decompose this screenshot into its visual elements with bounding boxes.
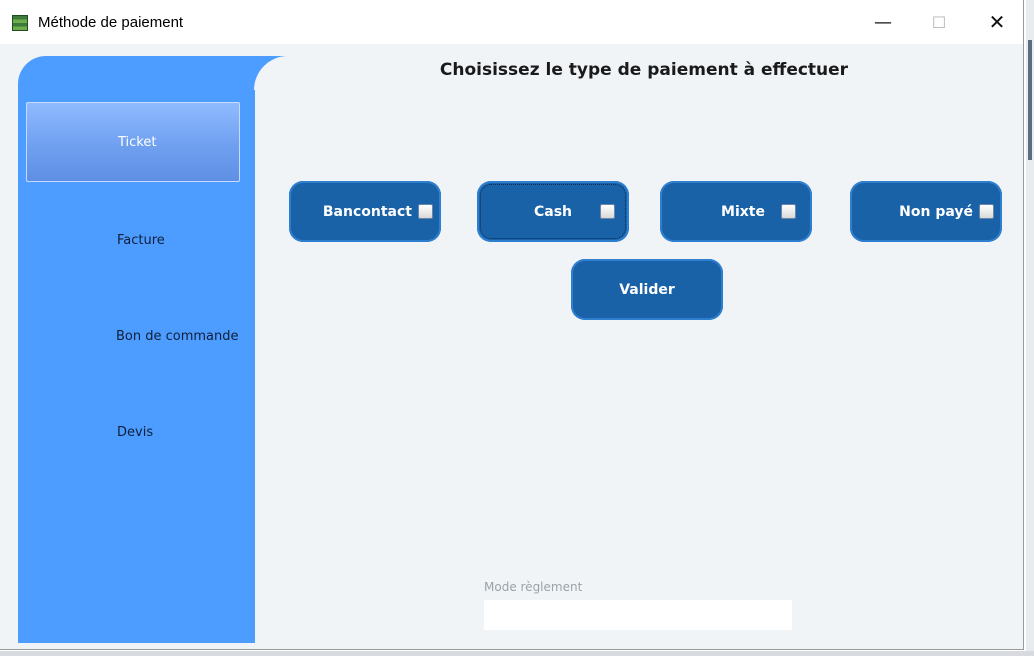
mode-reglement-input[interactable] [484,600,792,630]
window-title: Méthode de paiement [38,14,184,31]
payment-option-cash[interactable]: Cash [477,181,629,242]
sidebar-item-ticket[interactable]: Ticket [26,102,240,182]
maximize-button[interactable]: ☐ [916,4,962,40]
app-icon [12,15,28,31]
payment-option-mixte[interactable]: Mixte [660,181,812,242]
mixte-checkbox[interactable] [781,204,796,219]
sidebar-item-devis[interactable]: Devis [26,392,240,472]
sidebar-item-label: Devis [117,424,154,440]
sidebar-item-label: Bon de commande [116,328,239,344]
payment-option-label: Mixte [721,203,765,220]
background-taskbar-fragment [0,651,1034,656]
close-button[interactable]: ✕ [974,4,1020,40]
payment-option-label: Cash [533,203,572,220]
non-paye-checkbox[interactable] [979,204,994,219]
document-type-sidebar: Ticket Facture Bon de commande Devis [18,56,255,643]
payment-option-label: Non payé [899,203,973,220]
sidebar-item-label: Ticket [118,134,157,150]
mode-reglement-label: Mode règlement [484,580,583,594]
sidebar-corner-decoration [254,56,288,90]
payment-option-label: Bancontact [322,203,412,220]
background-window-fragment [1026,0,1034,656]
payment-method-window: Méthode de paiement — ☐ ✕ Ticket Facture… [0,0,1024,650]
bancontact-checkbox[interactable] [418,204,433,219]
validate-button[interactable]: Valider [571,259,723,320]
sidebar-item-bon-de-commande[interactable]: Bon de commande [26,296,240,376]
cash-checkbox[interactable] [600,204,615,219]
payment-option-bancontact[interactable]: Bancontact [289,181,441,242]
title-bar[interactable]: Méthode de paiement — ☐ ✕ [0,0,1023,44]
sidebar-item-facture[interactable]: Facture [26,200,240,280]
minimize-button[interactable]: — [860,4,906,40]
payment-option-non-paye[interactable]: Non payé [850,181,1002,242]
sidebar-item-label: Facture [117,232,165,248]
page-title: Choisissez le type de paiement à effectu… [439,60,849,80]
